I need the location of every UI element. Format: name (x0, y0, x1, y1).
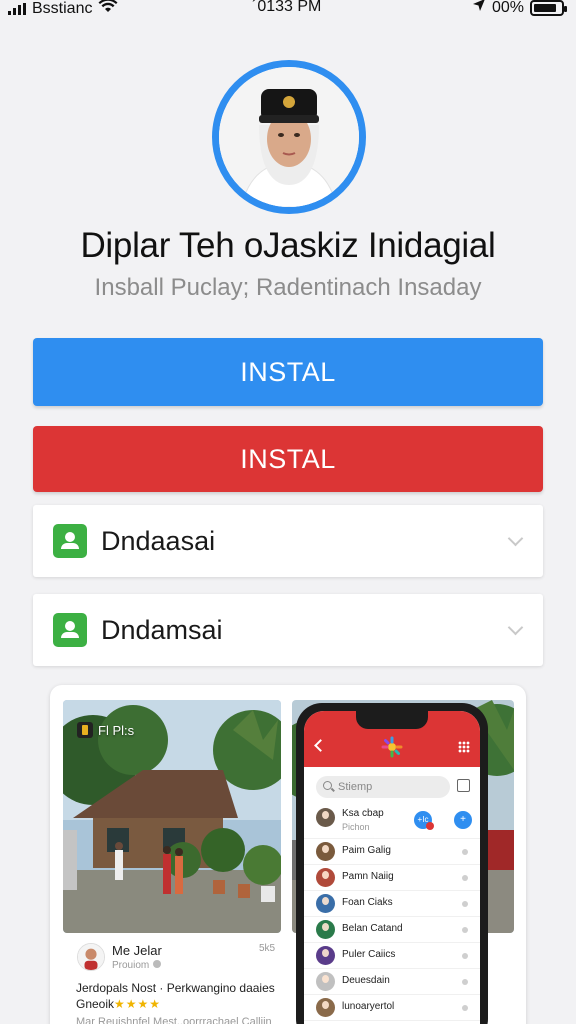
status-time: ´0133 PM (252, 0, 322, 15)
list-item[interactable]: lunoaryertol (304, 995, 480, 1021)
post-avatar[interactable] (77, 943, 105, 971)
contact-name: Paim Galig (342, 845, 391, 856)
list-item[interactable]: Paim Galig (304, 839, 480, 865)
globe-icon (153, 960, 162, 968)
contact-avatar (316, 920, 335, 939)
compose-icon[interactable] (457, 779, 470, 792)
app-logo-icon (381, 736, 403, 758)
post-time: 5k5 (259, 943, 276, 954)
contact-name: Ksa cbap (342, 808, 384, 819)
post-text-line-3: Mar Reuishnfel Mest..oorrrachael Calliin (76, 1016, 272, 1024)
post-author-photo (78, 944, 104, 970)
phone-notch (356, 711, 428, 729)
app-user-icon (53, 524, 87, 558)
expand-row-2[interactable]: Dndamsai (33, 594, 543, 666)
battery-percent: 00% (491, 0, 524, 16)
profile-avatar (212, 60, 366, 214)
list-item[interactable]: Foan Ciaks (304, 891, 480, 917)
app-badge-icon (77, 722, 93, 738)
list-item[interactable]: Belan Catand (304, 917, 480, 943)
status-dot (462, 1005, 468, 1011)
post-text-line-1: Jerdopals Nost · Perkwangino daaies (76, 981, 275, 995)
post-meta: Prouiom (112, 960, 162, 971)
list-item[interactable]: Ksa cbap Pichon +Ic + (304, 805, 480, 839)
contact-avatar (316, 868, 335, 887)
install-button-secondary[interactable]: INSTAL (33, 426, 543, 492)
contact-subtitle: Pichon (342, 822, 370, 832)
post-text-line-2: Gneoik★★★★ (76, 997, 161, 1011)
star-rating: ★★★★ (114, 997, 162, 1011)
chevron-down-icon[interactable] (507, 619, 524, 636)
status-dot (462, 927, 468, 933)
battery-icon (530, 0, 567, 16)
expand-row-label: Dndaasai (101, 525, 216, 556)
status-dot (462, 849, 468, 855)
shot-badge: Fl Pl:s (77, 722, 134, 738)
contact-name: Deuesdain (342, 975, 390, 986)
add-badge[interactable]: + (454, 811, 472, 829)
contact-avatar (316, 946, 335, 965)
contact-avatar (316, 972, 335, 991)
signal-icon (8, 2, 26, 15)
post-meta-label: Prouiom (112, 960, 150, 971)
app-search-input[interactable]: Stiemp (316, 776, 450, 798)
preview-screenshot-1[interactable]: Fl Pl:s (63, 700, 281, 933)
phone-screen: Stiemp Ksa cbap Pichon +Ic + Paim Galig P… (304, 711, 480, 1024)
contact-name: Belan Catand (342, 923, 403, 934)
contact-list: Ksa cbap Pichon +Ic + Paim Galig Pamn Nai… (304, 805, 480, 1021)
status-dot (462, 901, 468, 907)
location-arrow-icon (472, 0, 486, 17)
carrier-name: Bsstianc (32, 0, 93, 17)
contact-avatar (316, 894, 335, 913)
search-placeholder: Stiemp (338, 781, 373, 793)
status-right: 00% (472, 0, 567, 17)
post-author-name: Me Jelar (112, 943, 162, 958)
list-item[interactable]: Deuesdain (304, 969, 480, 995)
expand-row-label: Dndamsai (101, 614, 223, 645)
contact-avatar (316, 842, 335, 861)
post-text-word: Gneoik (76, 997, 115, 1011)
list-item[interactable]: Puler Caiics (304, 943, 480, 969)
status-left: Bsstianc (8, 0, 118, 19)
search-icon (323, 781, 332, 790)
status-bar: Bsstianc ´0133 PM 00% (0, 0, 576, 20)
contact-name: Puler Caiics (342, 949, 396, 960)
battery-fill (534, 3, 556, 12)
profile-title: Diplar Teh oJaskiz Inidagial (80, 226, 496, 265)
list-item[interactable]: Pamn Naiig (304, 865, 480, 891)
status-dot (462, 979, 468, 985)
grid-menu-icon[interactable] (458, 741, 470, 753)
chevron-down-icon[interactable] (507, 530, 524, 547)
phone-mockup: Stiemp Ksa cbap Pichon +Ic + Paim Galig P… (296, 703, 488, 1024)
app-user-icon (53, 613, 87, 647)
expand-row-1[interactable]: Dndaasai (33, 505, 543, 577)
contact-avatar (316, 998, 335, 1017)
install-button-primary[interactable]: INSTAL (33, 338, 543, 406)
profile-photo (219, 67, 359, 207)
contact-name: lunoaryertol (342, 1001, 395, 1012)
contact-avatar (316, 808, 335, 827)
notification-badge[interactable]: +Ic (414, 811, 434, 830)
profile-subtitle: Insball Puclay; Radentinach Insaday (94, 274, 482, 301)
back-arrow-icon[interactable] (314, 739, 327, 752)
contact-name: Pamn Naiig (342, 871, 394, 882)
preview-card: Fl Pl:s Me Jelar Prouiom 5k5 Jerdopals N… (50, 685, 526, 1024)
contact-name: Foan Ciaks (342, 897, 393, 908)
wifi-icon (98, 0, 118, 19)
shot-badge-label: Fl Pl:s (98, 722, 135, 738)
contact-rows: Paim Galig Pamn Naiig Foan Ciaks Belan Cata… (304, 839, 480, 1021)
status-dot (462, 953, 468, 959)
status-dot (462, 875, 468, 881)
